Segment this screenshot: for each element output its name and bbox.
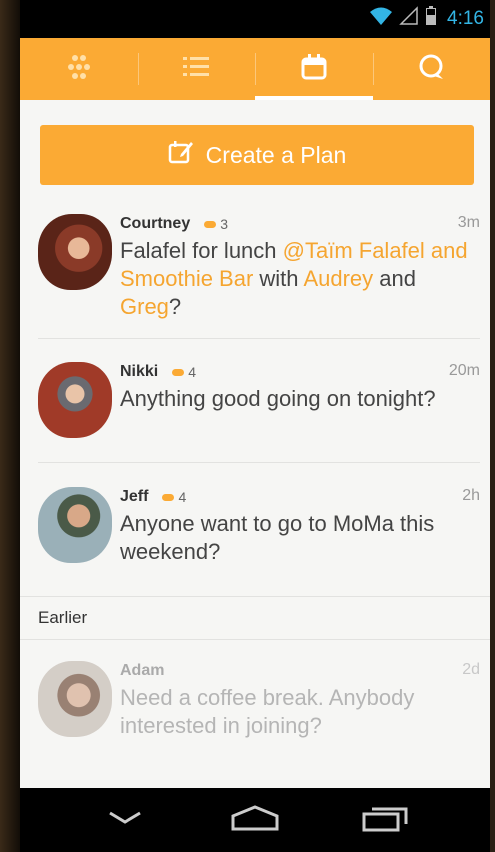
section-header-earlier: Earlier <box>20 596 490 640</box>
person-link[interactable]: Greg <box>120 294 169 319</box>
avatar <box>38 214 112 290</box>
comment-count: 3 <box>204 216 228 232</box>
avatar <box>38 661 112 737</box>
wifi-icon <box>369 6 393 31</box>
comment-bubble-icon <box>172 368 185 376</box>
plan-timestamp: 3m <box>457 214 480 231</box>
create-plan-label: Create a Plan <box>205 141 347 168</box>
grid-dots-icon <box>65 53 93 86</box>
plan-item[interactable]: Adam 2d Need a coffee break. Anybody int… <box>20 661 490 761</box>
plan-author: Adam <box>120 662 165 679</box>
calendar-icon <box>300 53 328 86</box>
device-bezel-right <box>490 0 495 852</box>
phone-screen: 4:16 Create a Plan Courtney 3 3m Falafel… <box>20 0 490 852</box>
recent-apps-icon <box>362 804 408 837</box>
comment-count: 4 <box>172 364 196 380</box>
divider <box>20 596 490 597</box>
plan-timestamp: 2h <box>462 487 480 504</box>
back-button[interactable] <box>90 800 160 840</box>
plan-item[interactable]: Nikki 4 20m Anything good going on tonig… <box>20 362 490 462</box>
comment-bubble-icon <box>204 220 217 228</box>
plan-author: Nikki <box>120 363 159 380</box>
back-chevron-icon <box>108 810 142 831</box>
section-label: Earlier <box>38 608 88 627</box>
plan-timestamp: 20m <box>448 362 480 379</box>
tab-messages[interactable] <box>372 38 491 100</box>
recent-apps-button[interactable] <box>350 800 420 840</box>
signal-icon <box>399 6 419 31</box>
system-nav-bar <box>20 788 490 852</box>
avatar <box>38 487 112 563</box>
plan-message: Anything good going on tonight? <box>120 386 436 411</box>
status-bar: 4:16 <box>20 0 490 38</box>
avatar <box>38 362 112 438</box>
divider <box>38 462 480 463</box>
comment-bubble-icon <box>162 493 175 501</box>
plan-author: Jeff <box>120 488 149 505</box>
plan-timestamp: 2d <box>462 661 480 678</box>
status-clock: 4:16 <box>447 7 484 29</box>
plan-author: Courtney <box>120 215 191 232</box>
calendar-edit-icon <box>168 139 194 171</box>
divider <box>20 639 490 640</box>
tab-activity[interactable] <box>20 38 138 100</box>
comment-count: 4 <box>162 489 186 505</box>
plan-message: Need a coffee break. Anybody interested … <box>120 685 415 738</box>
list-icon <box>182 55 210 84</box>
tab-plans[interactable] <box>255 38 373 100</box>
plan-item[interactable]: Jeff 4 2h Anyone want to go to MoMa this… <box>20 487 490 587</box>
battery-icon <box>425 6 437 31</box>
divider <box>38 338 480 339</box>
plan-message: Anyone want to go to MoMa this weekend? <box>120 511 435 564</box>
device-bezel <box>0 0 20 852</box>
plan-item[interactable]: Courtney 3 3m Falafel for lunch @Taïm Fa… <box>20 214 490 338</box>
top-tab-bar <box>20 38 490 100</box>
create-plan-button[interactable]: Create a Plan <box>40 125 474 185</box>
home-button[interactable] <box>220 800 290 840</box>
plan-message: Falafel for lunch @Taïm Falafel and Smoo… <box>120 238 468 319</box>
chat-bubble-icon <box>417 53 445 86</box>
home-icon <box>230 804 280 837</box>
person-link[interactable]: Audrey <box>303 266 373 291</box>
tab-list[interactable] <box>137 38 256 100</box>
